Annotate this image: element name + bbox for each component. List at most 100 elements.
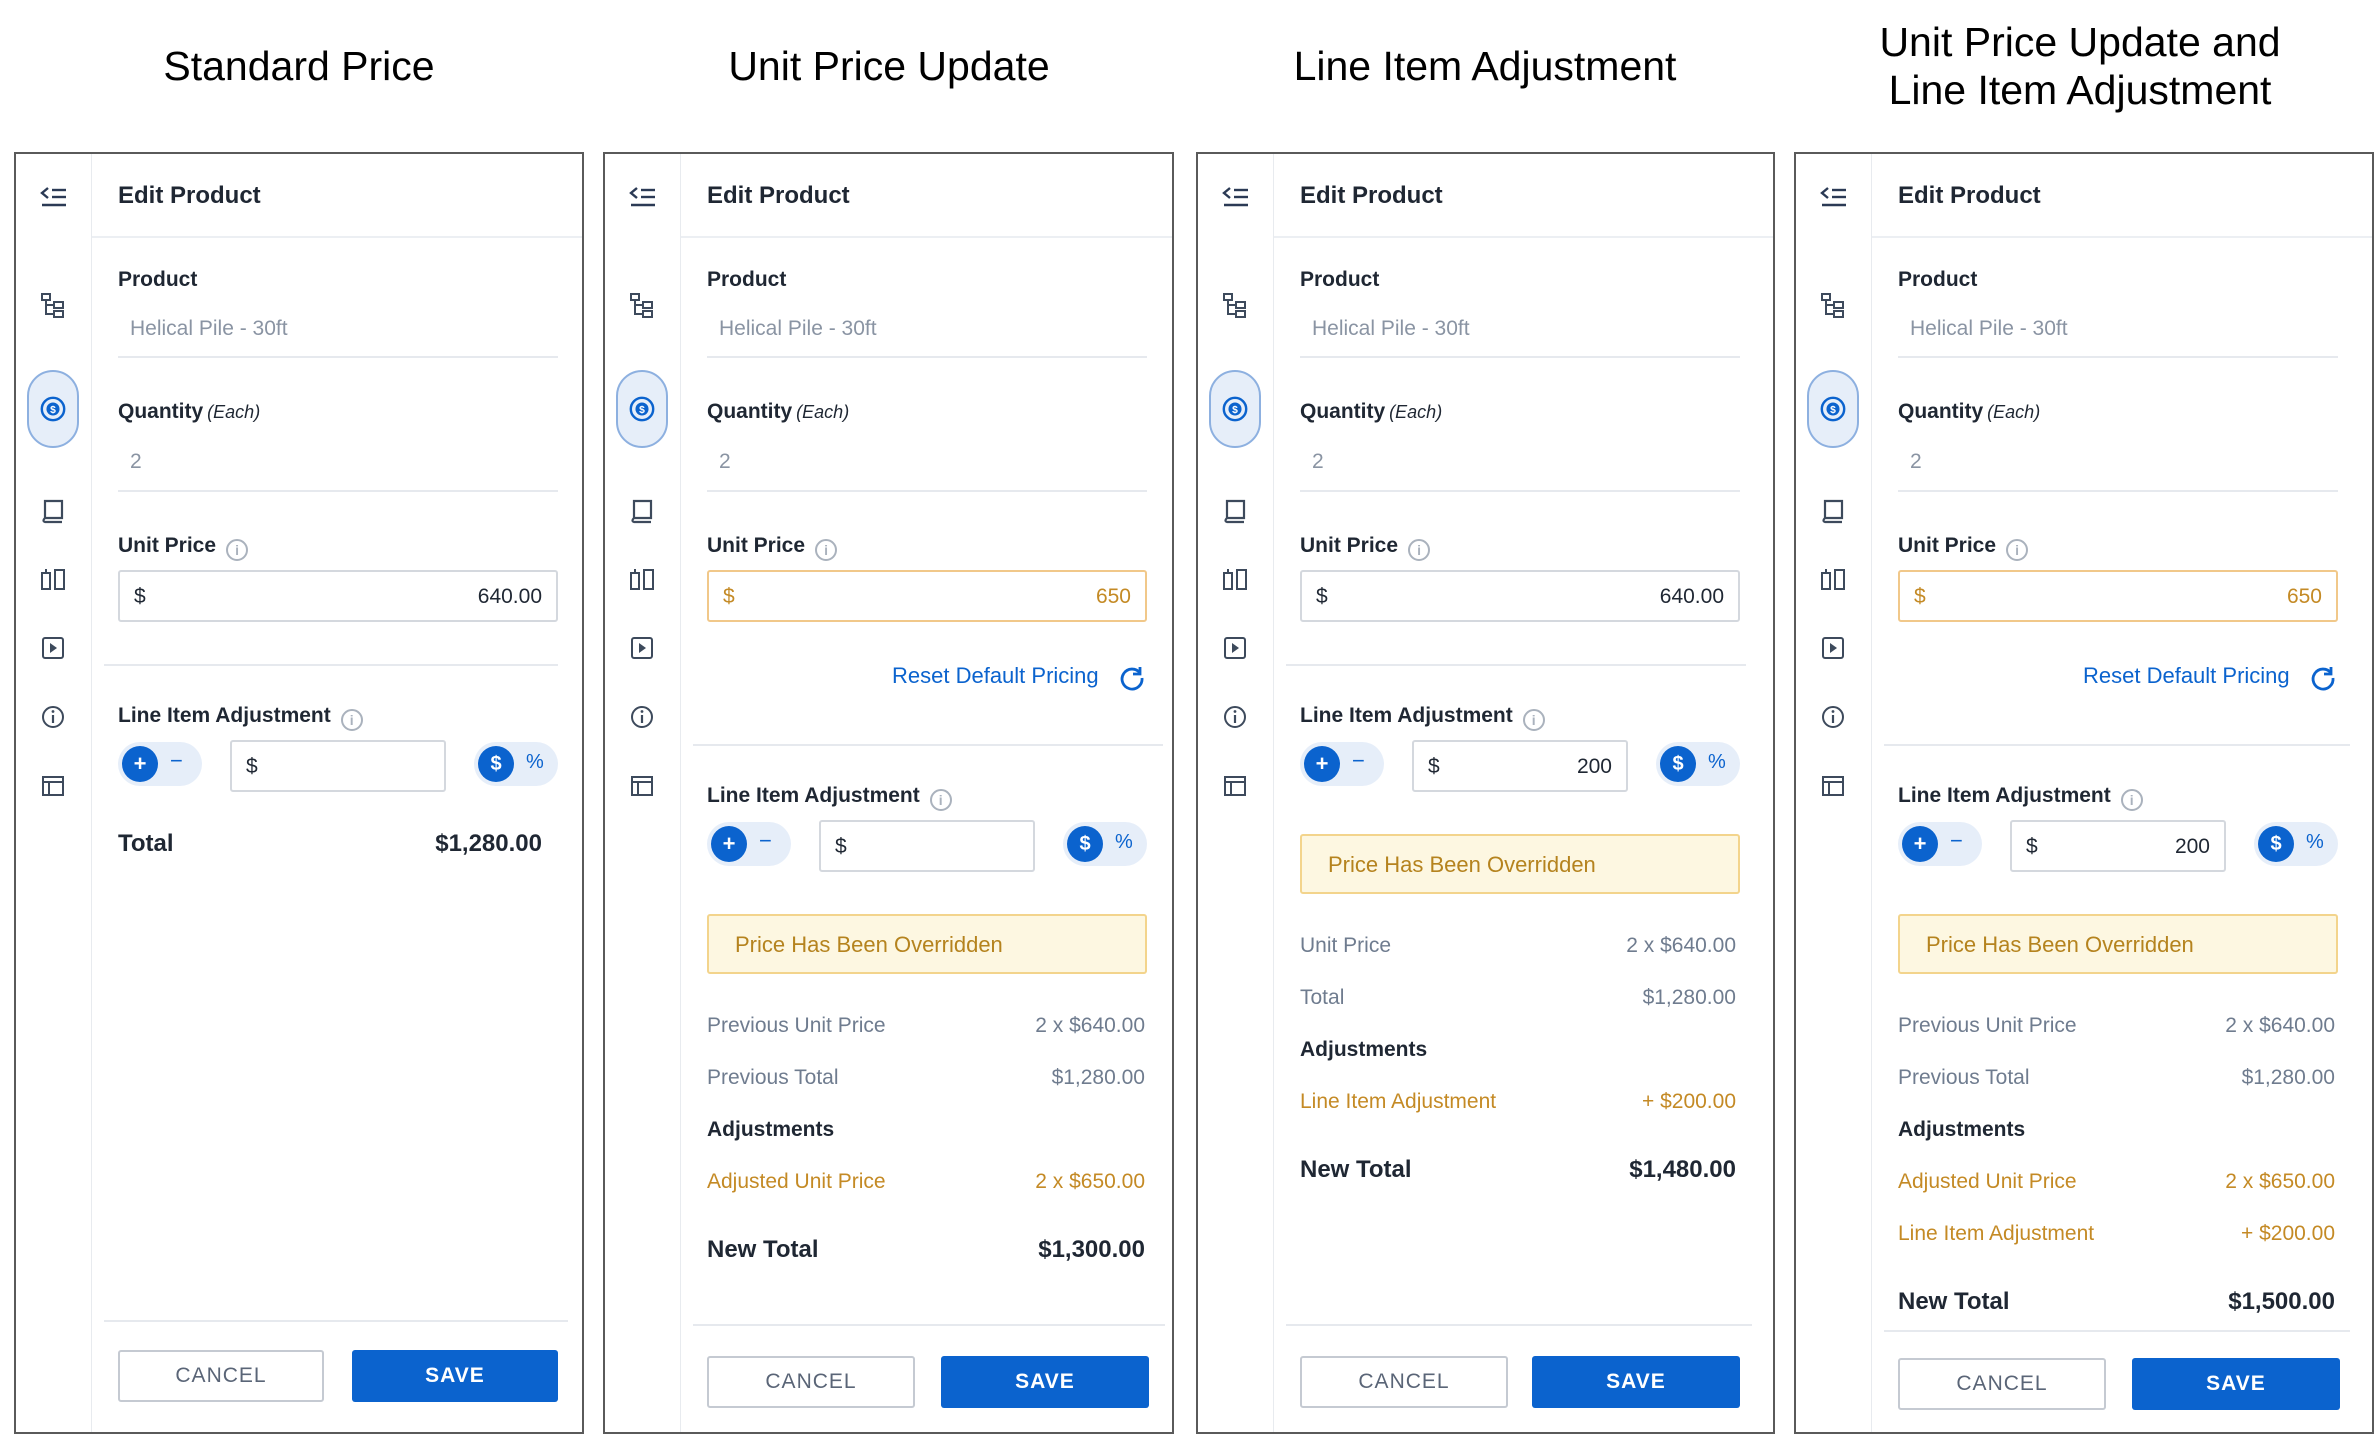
play-icon[interactable] bbox=[625, 631, 659, 665]
unit-price-input[interactable]: $650 bbox=[1898, 570, 2338, 622]
minus-icon[interactable]: − bbox=[1950, 828, 1963, 854]
dollar-percent-toggle[interactable]: $% bbox=[1063, 822, 1147, 866]
quantity-value: 2 bbox=[1910, 450, 1922, 473]
play-icon[interactable] bbox=[1816, 631, 1850, 665]
plus-icon[interactable]: + bbox=[1902, 826, 1938, 862]
line-item-adjustment-input[interactable]: $ bbox=[819, 820, 1035, 872]
info-icon[interactable]: i bbox=[815, 539, 838, 561]
reset-default-pricing-link[interactable]: Reset Default Pricing bbox=[2083, 663, 2290, 689]
info-icon[interactable]: i bbox=[1522, 709, 1545, 731]
hierarchy-icon[interactable] bbox=[1816, 288, 1850, 322]
layout-icon[interactable] bbox=[1218, 769, 1252, 803]
save-button[interactable]: SAVE bbox=[941, 1356, 1149, 1408]
plus-minus-toggle[interactable]: + − bbox=[1898, 822, 1982, 866]
notebook-icon[interactable] bbox=[1816, 494, 1850, 528]
info-icon[interactable] bbox=[1218, 700, 1252, 734]
quantity-unit: (Each) bbox=[796, 402, 850, 422]
collapse-menu-icon[interactable] bbox=[36, 180, 70, 214]
layout-icon[interactable] bbox=[1816, 769, 1850, 803]
plus-minus-toggle[interactable]: + − bbox=[707, 822, 791, 866]
pricing-tab-pill[interactable]: $ bbox=[1807, 370, 1859, 448]
pricing-tab-pill[interactable]: $ bbox=[616, 370, 668, 448]
cancel-button[interactable]: CANCEL bbox=[1898, 1358, 2106, 1410]
plus-icon[interactable]: + bbox=[711, 826, 747, 862]
dollar-icon[interactable]: $ bbox=[2258, 826, 2294, 862]
hierarchy-icon[interactable] bbox=[625, 288, 659, 322]
info-icon[interactable]: i bbox=[340, 709, 363, 731]
cancel-button[interactable]: CANCEL bbox=[118, 1350, 324, 1402]
minus-icon[interactable]: − bbox=[759, 828, 772, 854]
unit-price-label: Unit Price i bbox=[707, 534, 838, 561]
edit-product-content: Edit Product Product Helical Pile - 30ft… bbox=[681, 154, 1172, 1432]
line-item-adjustment-input[interactable]: $ bbox=[230, 740, 446, 792]
percent-icon[interactable]: % bbox=[526, 751, 544, 774]
info-icon[interactable] bbox=[1816, 700, 1850, 734]
compare-icon[interactable] bbox=[36, 562, 70, 596]
dollar-icon[interactable]: $ bbox=[1067, 826, 1103, 862]
info-icon[interactable]: i bbox=[226, 539, 249, 561]
play-icon[interactable] bbox=[1218, 631, 1252, 665]
divider bbox=[707, 490, 1147, 492]
compare-icon[interactable] bbox=[1816, 562, 1850, 596]
info-icon[interactable] bbox=[36, 700, 70, 734]
reset-default-pricing-link[interactable]: Reset Default Pricing bbox=[892, 663, 1099, 689]
hierarchy-icon[interactable] bbox=[36, 288, 70, 322]
icon-rail: $ bbox=[605, 154, 681, 1432]
hierarchy-icon[interactable] bbox=[1218, 288, 1252, 322]
previous-unit-price-label: Previous Unit Price bbox=[707, 1014, 886, 1037]
pricing-tab-pill[interactable]: $ bbox=[27, 370, 79, 448]
layout-icon[interactable] bbox=[36, 769, 70, 803]
plus-icon[interactable]: + bbox=[122, 746, 158, 782]
minus-icon[interactable]: − bbox=[170, 748, 183, 774]
info-icon[interactable] bbox=[625, 700, 659, 734]
unit-price-input[interactable]: $640.00 bbox=[1300, 570, 1740, 622]
dollar-percent-toggle[interactable]: $% bbox=[2254, 822, 2338, 866]
collapse-menu-icon[interactable] bbox=[1218, 180, 1252, 214]
compare-icon[interactable] bbox=[625, 562, 659, 596]
info-icon[interactable]: i bbox=[2120, 789, 2143, 811]
percent-icon[interactable]: % bbox=[1115, 831, 1133, 854]
percent-icon[interactable]: % bbox=[2306, 831, 2324, 854]
layout-icon[interactable] bbox=[625, 769, 659, 803]
dollar-percent-toggle[interactable]: $% bbox=[1656, 742, 1740, 786]
collapse-menu-icon[interactable] bbox=[1816, 180, 1850, 214]
collapse-menu-icon[interactable] bbox=[625, 180, 659, 214]
percent-icon[interactable]: % bbox=[1708, 751, 1726, 774]
unit-price-input[interactable]: $650 bbox=[707, 570, 1147, 622]
quantity-value: 2 bbox=[1312, 450, 1324, 473]
quantity-unit: (Each) bbox=[1389, 402, 1443, 422]
dollar-percent-toggle[interactable]: $% bbox=[474, 742, 558, 786]
plus-icon[interactable]: + bbox=[1304, 746, 1340, 782]
info-icon[interactable]: i bbox=[1408, 539, 1431, 561]
notebook-icon[interactable] bbox=[36, 494, 70, 528]
info-icon[interactable]: i bbox=[929, 789, 952, 811]
plus-minus-toggle[interactable]: + − bbox=[1300, 742, 1384, 786]
total-label: Total bbox=[118, 830, 174, 857]
notebook-icon[interactable] bbox=[1218, 494, 1252, 528]
save-button[interactable]: SAVE bbox=[2132, 1358, 2340, 1410]
compare-icon[interactable] bbox=[1218, 562, 1252, 596]
save-button[interactable]: SAVE bbox=[352, 1350, 558, 1402]
dollar-icon[interactable]: $ bbox=[1660, 746, 1696, 782]
cancel-button[interactable]: CANCEL bbox=[707, 1356, 915, 1408]
unit-price-input[interactable]: $640.00 bbox=[118, 570, 558, 622]
play-icon[interactable] bbox=[36, 631, 70, 665]
quantity-label: Quantity (Each) bbox=[118, 400, 261, 423]
notebook-icon[interactable] bbox=[625, 494, 659, 528]
panel-header: Edit Product bbox=[681, 154, 1172, 238]
quantity-value: 2 bbox=[719, 450, 731, 473]
save-button[interactable]: SAVE bbox=[1532, 1356, 1740, 1408]
minus-icon[interactable]: − bbox=[1352, 748, 1365, 774]
cancel-button[interactable]: CANCEL bbox=[1300, 1356, 1508, 1408]
dollar-icon: $ bbox=[1820, 396, 1846, 422]
icon-rail: $ bbox=[16, 154, 92, 1432]
plus-minus-toggle[interactable]: + − bbox=[118, 742, 202, 786]
refresh-icon[interactable] bbox=[2309, 664, 2337, 692]
dollar-icon[interactable]: $ bbox=[478, 746, 514, 782]
line-item-adjustment-input[interactable]: $200 bbox=[2010, 820, 2226, 872]
pricing-tab-pill[interactable]: $ bbox=[1209, 370, 1261, 448]
line-item-adjustment-input[interactable]: $200 bbox=[1412, 740, 1628, 792]
refresh-icon[interactable] bbox=[1118, 664, 1146, 692]
new-total-label: New Total bbox=[1300, 1156, 1412, 1183]
info-icon[interactable]: i bbox=[2006, 539, 2029, 561]
